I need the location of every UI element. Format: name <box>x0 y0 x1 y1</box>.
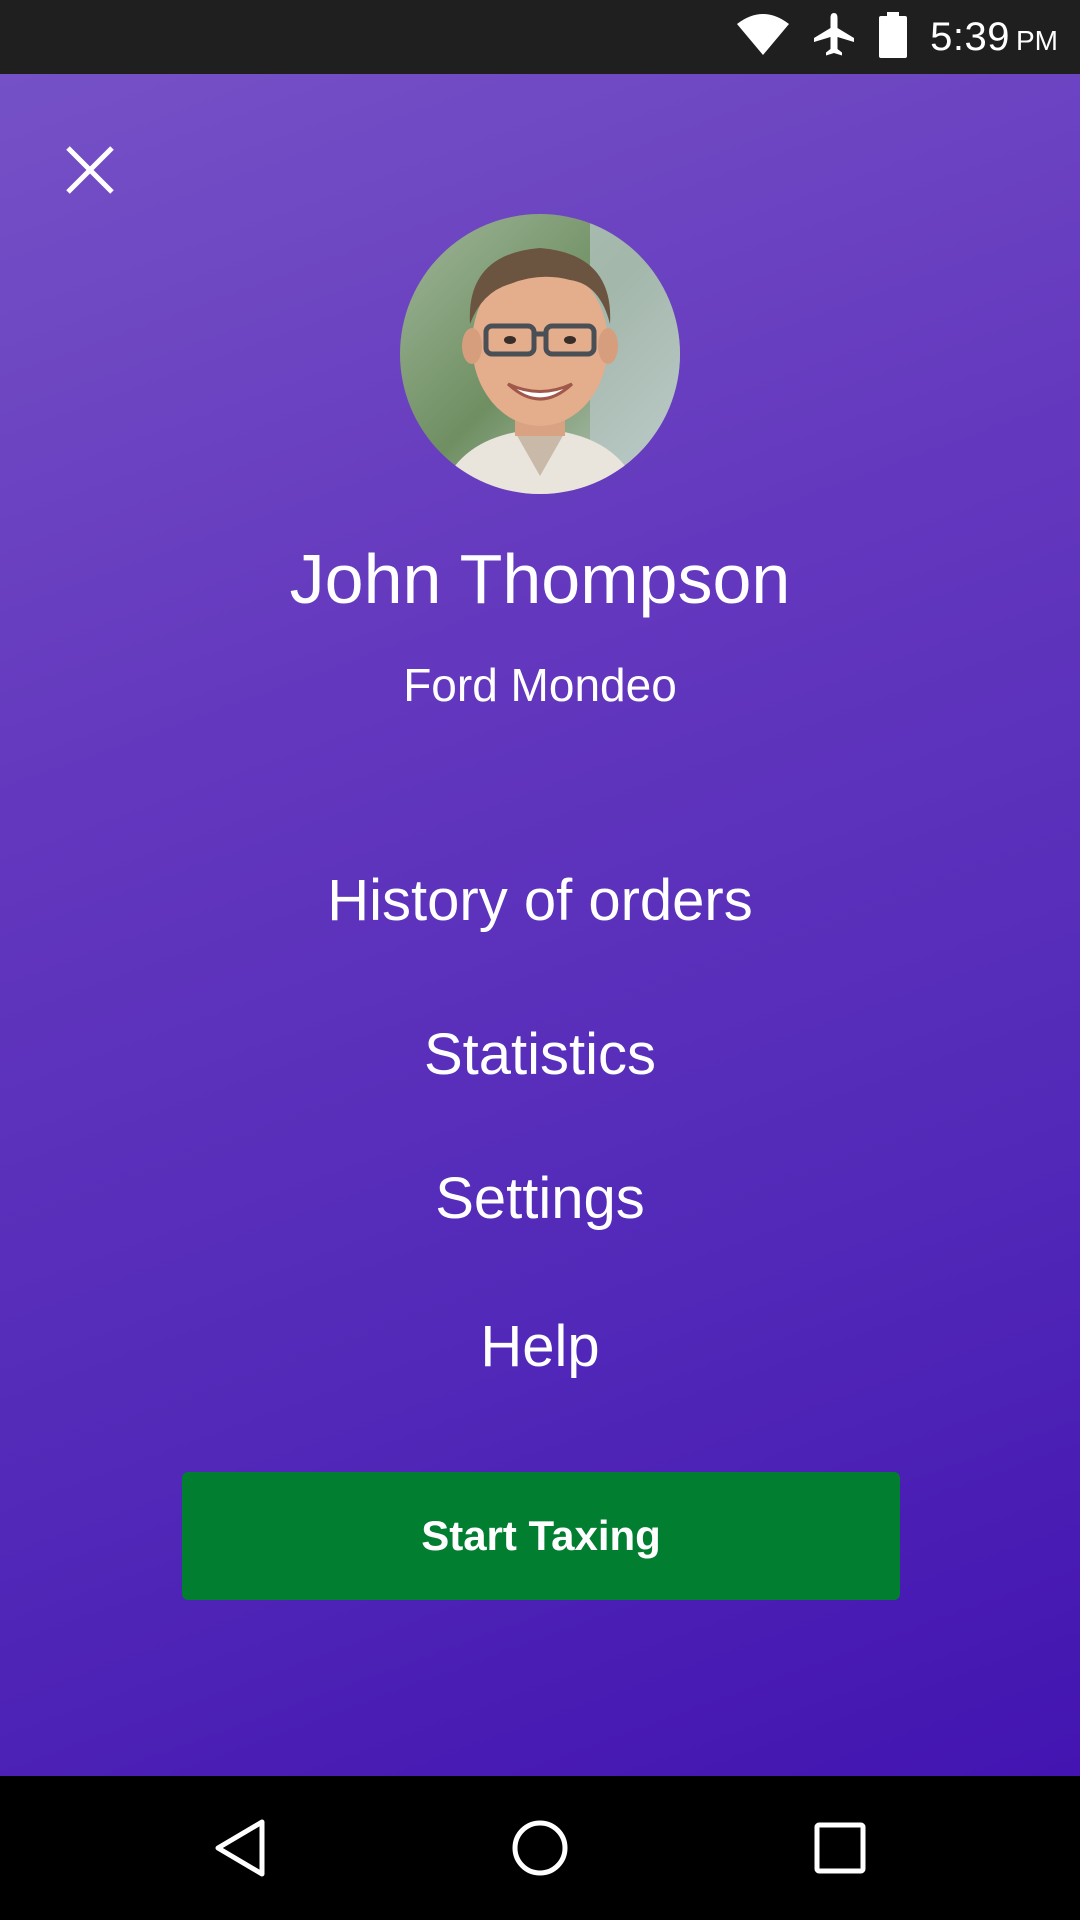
menu-item-history-of-orders[interactable]: History of orders <box>0 872 1080 930</box>
airplane-mode-icon <box>812 11 856 64</box>
battery-icon <box>878 11 908 64</box>
recents-icon <box>814 1822 866 1874</box>
home-icon <box>512 1820 568 1876</box>
close-button[interactable] <box>56 136 124 204</box>
system-navigation-bar <box>0 1776 1080 1920</box>
status-icons: 5:39 PM <box>736 0 1058 74</box>
screen: 5:39 PM John Thompson Ford Mondeo Histor… <box>0 0 1080 1920</box>
profile-car: Ford Mondeo <box>403 659 677 711</box>
back-icon <box>215 1819 265 1877</box>
status-ampm: PM <box>1016 24 1058 56</box>
start-taxing-button[interactable]: Start Taxing <box>182 1472 900 1600</box>
status-time: 5:39 <box>930 14 1010 59</box>
wifi-icon <box>736 13 790 61</box>
avatar[interactable] <box>400 214 680 494</box>
status-clock: 5:39 PM <box>930 15 1058 60</box>
menu-item-help[interactable]: Help <box>0 1318 1080 1376</box>
close-icon <box>66 146 114 194</box>
menu-item-statistics[interactable]: Statistics <box>0 1026 1080 1084</box>
back-button[interactable] <box>198 1806 282 1890</box>
navigation-drawer: John Thompson Ford Mondeo History of ord… <box>0 74 1080 1776</box>
home-button[interactable] <box>498 1806 582 1890</box>
avatar-photo <box>400 214 680 494</box>
menu-item-settings[interactable]: Settings <box>0 1170 1080 1228</box>
status-bar: 5:39 PM <box>0 0 1080 74</box>
recents-button[interactable] <box>798 1806 882 1890</box>
profile-name: John Thompson <box>289 540 791 618</box>
